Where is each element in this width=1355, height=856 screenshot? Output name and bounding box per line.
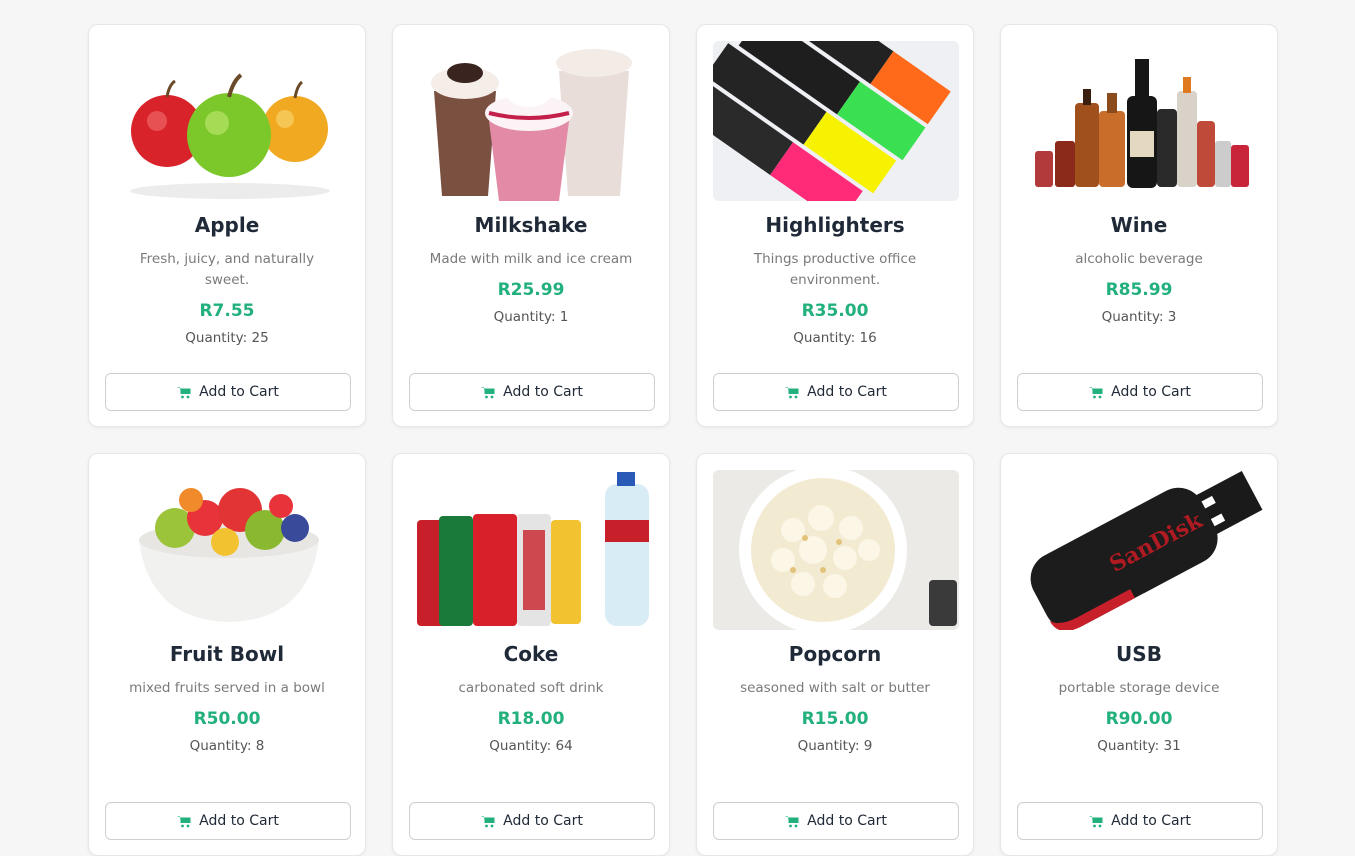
product-description: Things productive office environment. bbox=[753, 251, 917, 288]
add-to-cart-button[interactable]: Add to Cart bbox=[409, 373, 655, 411]
milkshake-image bbox=[409, 41, 655, 201]
quantity-value: 64 bbox=[555, 738, 573, 754]
quantity-value: 1 bbox=[559, 309, 569, 325]
product-description: alcoholic beverage bbox=[1075, 251, 1203, 267]
product-card: Highlighters Things productive office en… bbox=[696, 24, 974, 427]
product-quantity: Quantity: 8 bbox=[105, 738, 349, 754]
soda-cans-image bbox=[409, 470, 655, 630]
product-price: R85.99 bbox=[1105, 280, 1173, 300]
quantity-value: 25 bbox=[251, 330, 269, 346]
quantity-label: Quantity: bbox=[189, 738, 252, 754]
add-to-cart-label: Add to Cart bbox=[1111, 813, 1191, 829]
shopping-cart-icon bbox=[481, 386, 495, 399]
add-to-cart-label: Add to Cart bbox=[199, 813, 279, 829]
product-quantity: Quantity: 1 bbox=[409, 309, 653, 325]
popcorn-image bbox=[713, 470, 959, 630]
quantity-label: Quantity: bbox=[493, 309, 556, 325]
product-quantity: Quantity: 64 bbox=[409, 738, 653, 754]
shopping-cart-icon bbox=[785, 815, 799, 828]
add-to-cart-label: Add to Cart bbox=[199, 384, 279, 400]
product-quantity: Quantity: 9 bbox=[713, 738, 957, 754]
product-price: R18.00 bbox=[497, 709, 565, 729]
product-price: R35.00 bbox=[801, 301, 869, 321]
shopping-cart-icon bbox=[1089, 815, 1103, 828]
product-description: portable storage device bbox=[1058, 680, 1220, 696]
usb-drive-image: SanDisk bbox=[1017, 470, 1263, 630]
product-description: carbonated soft drink bbox=[458, 680, 604, 696]
shopping-cart-icon bbox=[785, 386, 799, 399]
product-name: Coke bbox=[503, 642, 559, 666]
product-card: Coke carbonated soft drink R18.00 Quanti… bbox=[392, 453, 670, 856]
quantity-label: Quantity: bbox=[793, 330, 856, 346]
fruit-bowl-image bbox=[105, 470, 351, 630]
quantity-value: 3 bbox=[1167, 309, 1177, 325]
quantity-value: 31 bbox=[1163, 738, 1181, 754]
wine-bottles-image bbox=[1017, 41, 1263, 201]
shopping-cart-icon bbox=[481, 815, 495, 828]
product-card: Wine alcoholic beverage R85.99 Quantity:… bbox=[1000, 24, 1278, 427]
add-to-cart-button[interactable]: Add to Cart bbox=[409, 802, 655, 840]
add-to-cart-label: Add to Cart bbox=[503, 384, 583, 400]
apple-image bbox=[105, 41, 351, 201]
product-quantity: Quantity: 25 bbox=[105, 330, 349, 346]
product-price: R7.55 bbox=[199, 301, 255, 321]
product-name: USB bbox=[1116, 642, 1162, 666]
product-card: Popcorn seasoned with salt or butter R15… bbox=[696, 453, 974, 856]
shopping-cart-icon bbox=[177, 386, 191, 399]
product-description: seasoned with salt or butter bbox=[740, 680, 930, 696]
product-card: Milkshake Made with milk and ice cream R… bbox=[392, 24, 670, 427]
add-to-cart-button[interactable]: Add to Cart bbox=[1017, 802, 1263, 840]
product-name: Highlighters bbox=[765, 213, 905, 237]
product-description: mixed fruits served in a bowl bbox=[129, 680, 325, 696]
add-to-cart-label: Add to Cart bbox=[807, 384, 887, 400]
add-to-cart-label: Add to Cart bbox=[807, 813, 887, 829]
product-price: R50.00 bbox=[193, 709, 261, 729]
quantity-value: 9 bbox=[863, 738, 873, 754]
add-to-cart-label: Add to Cart bbox=[503, 813, 583, 829]
add-to-cart-button[interactable]: Add to Cart bbox=[105, 802, 351, 840]
product-quantity: Quantity: 16 bbox=[713, 330, 957, 346]
quantity-label: Quantity: bbox=[489, 738, 552, 754]
shopping-cart-icon bbox=[177, 815, 191, 828]
product-name: Milkshake bbox=[474, 213, 588, 237]
add-to-cart-label: Add to Cart bbox=[1111, 384, 1191, 400]
quantity-value: 16 bbox=[859, 330, 877, 346]
product-card: SanDisk USB portable storage device R90.… bbox=[1000, 453, 1278, 856]
product-card: Apple Fresh, juicy, and naturally sweet.… bbox=[88, 24, 366, 427]
add-to-cart-button[interactable]: Add to Cart bbox=[713, 802, 959, 840]
quantity-label: Quantity: bbox=[1101, 309, 1164, 325]
product-name: Wine bbox=[1110, 213, 1168, 237]
quantity-value: 8 bbox=[255, 738, 265, 754]
quantity-label: Quantity: bbox=[1097, 738, 1160, 754]
product-name: Apple bbox=[194, 213, 260, 237]
product-grid: Apple Fresh, juicy, and naturally sweet.… bbox=[88, 24, 1278, 856]
product-quantity: Quantity: 31 bbox=[1017, 738, 1261, 754]
product-description: Fresh, juicy, and naturally sweet. bbox=[139, 251, 315, 288]
product-price: R25.99 bbox=[497, 280, 565, 300]
product-price: R90.00 bbox=[1105, 709, 1173, 729]
product-description: Made with milk and ice cream bbox=[429, 251, 633, 267]
product-quantity: Quantity: 3 bbox=[1017, 309, 1261, 325]
quantity-label: Quantity: bbox=[797, 738, 860, 754]
product-price: R15.00 bbox=[801, 709, 869, 729]
add-to-cart-button[interactable]: Add to Cart bbox=[1017, 373, 1263, 411]
add-to-cart-button[interactable]: Add to Cart bbox=[105, 373, 351, 411]
add-to-cart-button[interactable]: Add to Cart bbox=[713, 373, 959, 411]
product-name: Fruit Bowl bbox=[169, 642, 285, 666]
product-name: Popcorn bbox=[788, 642, 882, 666]
highlighters-image bbox=[713, 41, 959, 201]
quantity-label: Quantity: bbox=[185, 330, 248, 346]
shopping-cart-icon bbox=[1089, 386, 1103, 399]
product-card: Fruit Bowl mixed fruits served in a bowl… bbox=[88, 453, 366, 856]
